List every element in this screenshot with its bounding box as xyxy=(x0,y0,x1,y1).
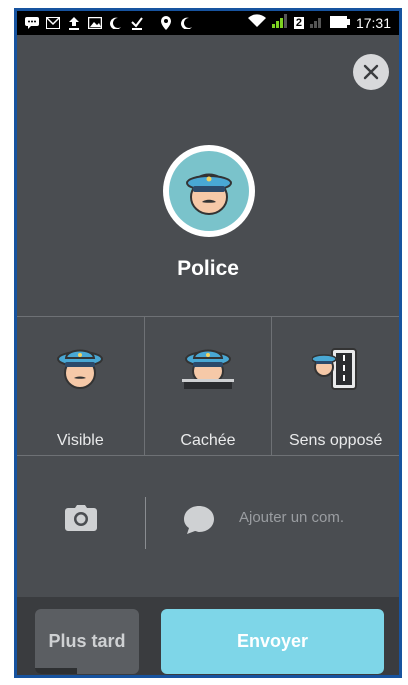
moon-icon xyxy=(109,16,123,30)
send-button[interactable]: Envoyer xyxy=(161,609,384,674)
chat-bubble-icon xyxy=(183,505,215,540)
app-screen: 2 17:31 Police Visible Cachée Sens oppos… xyxy=(17,11,399,675)
later-button[interactable]: Plus tard xyxy=(35,609,139,674)
police-type-options: Visible Cachée Sens opposé xyxy=(17,316,399,456)
comment-row xyxy=(17,481,399,561)
police-opposite-side-icon xyxy=(310,345,360,398)
police-avatar xyxy=(163,145,255,237)
police-officer-icon xyxy=(169,151,249,231)
moon-icon xyxy=(180,16,194,30)
close-button[interactable] xyxy=(353,54,389,90)
upload-icon xyxy=(67,16,81,30)
police-hidden-icon xyxy=(180,345,236,398)
image-icon xyxy=(88,16,102,30)
wifi-icon xyxy=(247,14,266,31)
signal-icon xyxy=(309,14,324,31)
report-title: Police xyxy=(177,257,239,280)
later-countdown-progress xyxy=(35,668,77,674)
comment-input[interactable] xyxy=(239,509,389,526)
option-hidden-label: Cachée xyxy=(180,432,236,449)
option-visible[interactable]: Visible xyxy=(17,317,144,455)
battery-icon xyxy=(329,15,350,31)
location-pin-icon xyxy=(159,16,173,30)
action-bar: Plus tard Envoyer xyxy=(17,597,399,675)
divider xyxy=(145,497,146,549)
option-hidden[interactable]: Cachée xyxy=(143,317,272,455)
download-done-icon xyxy=(130,16,144,30)
network-badge: 2 xyxy=(293,16,304,29)
add-photo-button[interactable] xyxy=(65,505,97,536)
gmail-icon xyxy=(46,16,60,30)
option-opposite-side-label: Sens opposé xyxy=(288,432,383,449)
close-icon xyxy=(363,64,379,80)
police-visible-icon xyxy=(54,345,106,398)
later-button-label: Plus tard xyxy=(48,631,126,651)
option-visible-label: Visible xyxy=(56,432,104,449)
chat-bubble-icon xyxy=(25,16,39,30)
send-button-label: Envoyer xyxy=(236,631,309,651)
system-status: 2 17:31 xyxy=(247,14,391,31)
clock: 17:31 xyxy=(355,14,391,31)
camera-icon xyxy=(65,505,97,531)
notification-icons xyxy=(25,15,194,31)
option-opposite-side[interactable]: Sens opposé xyxy=(271,317,399,455)
status-bar: 2 17:31 xyxy=(17,11,399,35)
signal-icon xyxy=(271,14,288,31)
